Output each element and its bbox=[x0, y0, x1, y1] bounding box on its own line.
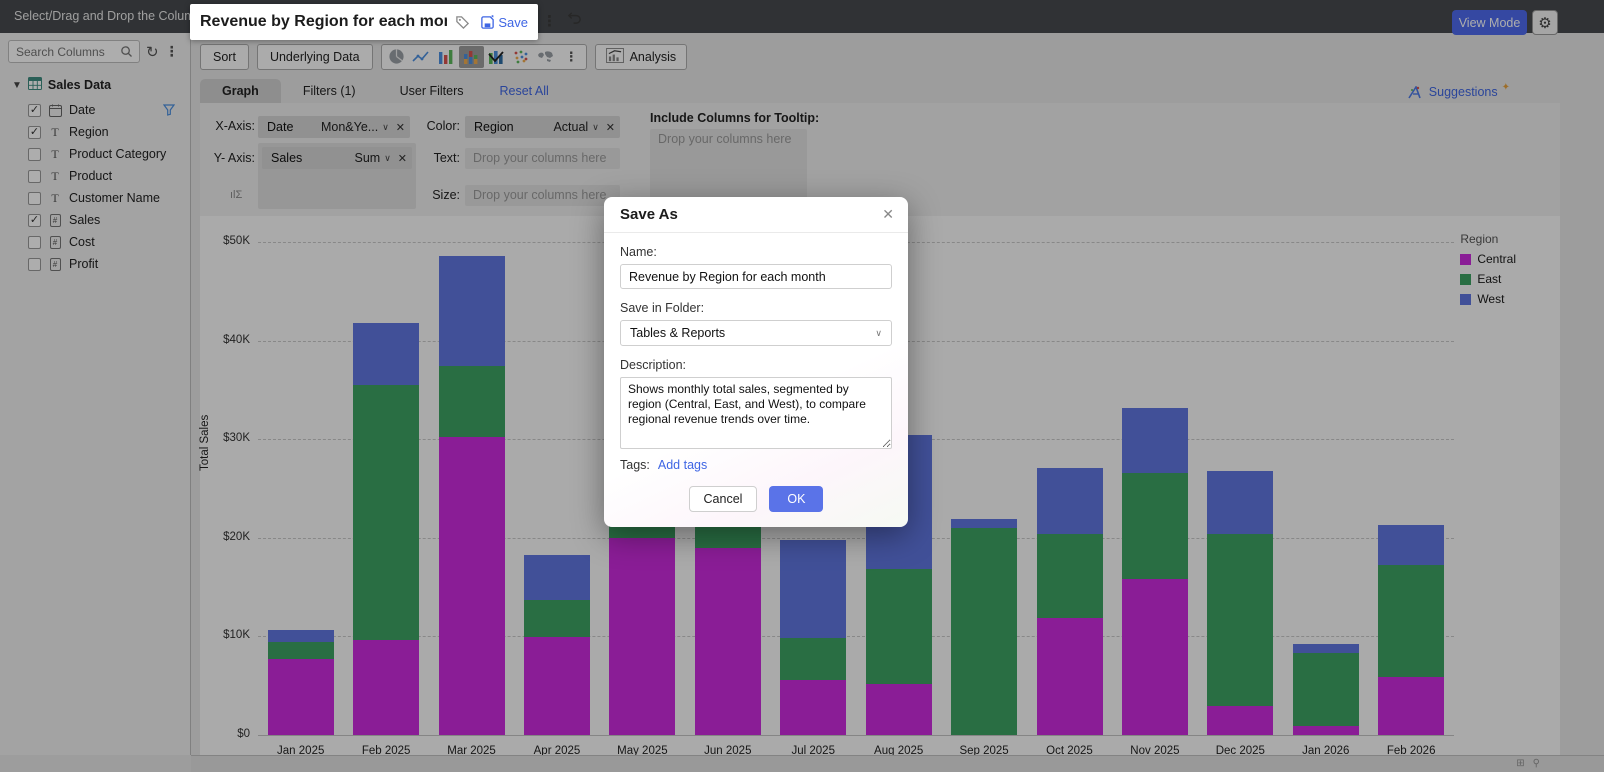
save-icon: * bbox=[480, 15, 495, 30]
name-label: Name: bbox=[620, 245, 892, 259]
dialog-title: Save As bbox=[620, 206, 678, 223]
cancel-button[interactable]: Cancel bbox=[689, 486, 758, 512]
save-label: Save bbox=[498, 15, 528, 30]
description-label: Description: bbox=[620, 358, 892, 372]
save-as-dialog: Save As ✕ Name: Save in Folder: Tables &… bbox=[604, 197, 908, 527]
report-title: Revenue by Region for each month bbox=[200, 13, 447, 31]
dialog-header: Save As ✕ bbox=[604, 197, 908, 233]
ok-button[interactable]: OK bbox=[769, 486, 823, 512]
folder-label: Save in Folder: bbox=[620, 301, 892, 315]
add-tags-link[interactable]: Add tags bbox=[658, 458, 707, 472]
tags-label: Tags: bbox=[620, 458, 650, 472]
svg-text:*: * bbox=[492, 15, 495, 22]
folder-value: Tables & Reports bbox=[630, 326, 725, 340]
tag-icon[interactable] bbox=[455, 15, 470, 30]
name-input[interactable] bbox=[620, 264, 892, 289]
chevron-down-icon: ∨ bbox=[875, 328, 882, 339]
app-window: Select/Drag and Drop the Columns Revenue… bbox=[0, 0, 1604, 772]
close-icon[interactable]: ✕ bbox=[882, 206, 894, 223]
description-textarea[interactable]: Shows monthly total sales, segmented by … bbox=[620, 377, 892, 449]
save-button[interactable]: * Save bbox=[480, 15, 528, 30]
folder-select[interactable]: Tables & Reports ∨ bbox=[620, 320, 892, 346]
report-title-box: Revenue by Region for each month * Save bbox=[190, 4, 538, 40]
